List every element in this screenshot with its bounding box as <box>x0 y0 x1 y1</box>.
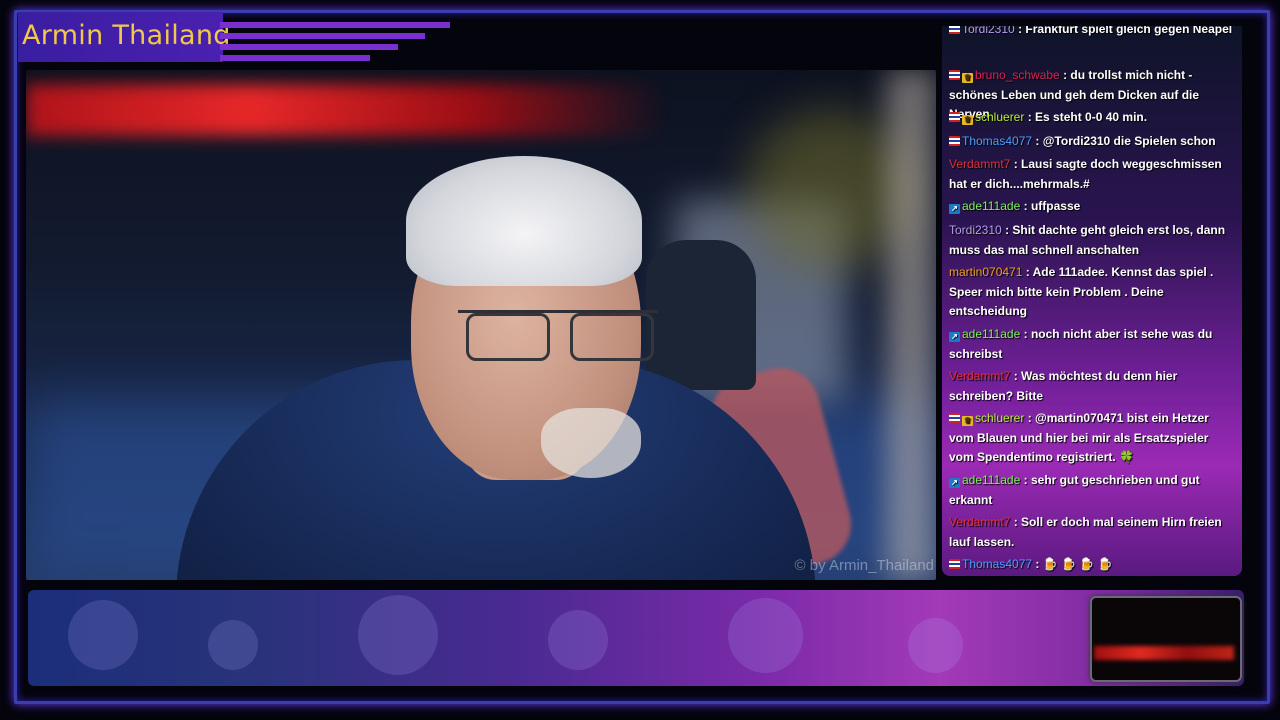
chat-message-text: : @Tordi2310 die Spielen schon <box>1035 134 1216 148</box>
prime-badge-icon: ↗ <box>949 332 960 342</box>
chat-message: Tordi2310 : Shit dachte geht gleich erst… <box>949 221 1236 260</box>
chat-message-text: : Frankfurt spielt gleich gegen Neapel <box>1018 26 1233 36</box>
title-deco-line <box>220 44 398 50</box>
streamer-hair <box>406 156 642 286</box>
crown-badge-icon: ♛ <box>962 73 973 83</box>
chat-username[interactable]: ade111ade <box>962 199 1020 213</box>
chat-message: ♛ schluerer : @martin070471 bist ein Hetz… <box>949 409 1236 468</box>
flag-badge-icon <box>949 559 960 569</box>
chat-username[interactable]: Thomas4077 <box>962 134 1032 148</box>
chat-message: ↗ ade111ade : sehr gut geschrieben und gu… <box>949 471 1236 510</box>
prime-badge-icon: ↗ <box>949 204 960 214</box>
mini-preview-light <box>1094 646 1234 660</box>
chat-message-text: : uffpasse <box>1023 199 1081 213</box>
chat-message: Thomas4077 : 🍺 🍺 🍺 🍺 <box>949 555 1236 575</box>
flag-badge-icon <box>949 70 960 80</box>
flag-badge-icon <box>949 26 960 34</box>
chat-message-text: : Es steht 0-0 40 min. <box>1027 110 1148 124</box>
bottom-overlay-bar <box>28 590 1244 686</box>
chat-username[interactable]: Thomas4077 <box>962 557 1032 571</box>
background-wall <box>886 70 936 580</box>
prime-badge-icon: ↗ <box>949 478 960 488</box>
chat-username[interactable]: ade111ade <box>962 473 1020 487</box>
chat-panel[interactable]: Tordi2310 : Frankfurt spielt gleich gege… <box>942 26 1242 576</box>
chat-username[interactable]: ade111ade <box>962 327 1020 341</box>
title-deco-line <box>220 33 425 39</box>
bokeh-light <box>68 600 138 670</box>
flag-badge-icon <box>949 413 960 423</box>
mini-preview <box>1090 596 1242 682</box>
crown-badge-icon: ♛ <box>962 115 973 125</box>
chat-message-text: : 🍺 🍺 🍺 🍺 <box>1035 557 1113 571</box>
glasses-lens <box>466 313 550 361</box>
chat-username[interactable]: Tordi2310 <box>962 26 1015 36</box>
gaming-chair <box>646 240 756 390</box>
chat-message: ♛ schluerer : Es steht 0-0 40 min. <box>949 108 1236 128</box>
flag-badge-icon <box>949 112 960 122</box>
chat-username[interactable]: schluerer <box>975 411 1024 425</box>
title-deco-line <box>220 22 450 28</box>
streamer-glasses <box>458 310 658 363</box>
chat-message: Verdammt7 : Lausi sagte doch weggeschmis… <box>949 155 1236 194</box>
chat-username[interactable]: Verdammt7 <box>949 369 1010 383</box>
chat-username[interactable]: Verdammt7 <box>949 515 1010 529</box>
bokeh-light <box>548 610 608 670</box>
chat-message: martin070471 : Ade 111adee. Kennst das s… <box>949 263 1236 322</box>
chat-message: Tordi2310 : Frankfurt spielt gleich gege… <box>949 26 1236 40</box>
crown-badge-icon: ♛ <box>962 416 973 426</box>
bokeh-light <box>208 620 258 670</box>
chat-username[interactable]: Tordi2310 <box>949 223 1002 237</box>
chat-username[interactable]: schluerer <box>975 110 1024 124</box>
chat-message: ↗ ade111ade : noch nicht aber ist sehe wa… <box>949 325 1236 364</box>
stream-title: Armin Thailand <box>22 20 231 51</box>
chat-username[interactable]: bruno_schwabe <box>975 68 1060 82</box>
chat-message: ↗ ade111ade : uffpasse <box>949 197 1236 217</box>
title-deco-line <box>220 55 370 61</box>
bokeh-light <box>908 618 963 673</box>
chat-username[interactable]: Verdammt7 <box>949 157 1010 171</box>
bokeh-light <box>728 598 803 673</box>
streamer-beard <box>541 408 641 478</box>
chat-message: Verdammt7 : Was möchtest du denn hier sc… <box>949 367 1236 406</box>
chat-username[interactable]: martin070471 <box>949 265 1022 279</box>
webcam-video: © by Armin_Thailand <box>26 70 936 580</box>
chat-message: Verdammt7 : Soll er doch mal seinem Hirn… <box>949 513 1236 552</box>
chat-message: Thomas4077 : @Tordi2310 die Spielen scho… <box>949 132 1236 152</box>
glasses-lens <box>570 313 654 361</box>
bokeh-light <box>358 595 438 675</box>
video-watermark: © by Armin_Thailand <box>794 557 934 574</box>
background-red-light <box>26 84 666 136</box>
flag-badge-icon <box>949 136 960 146</box>
